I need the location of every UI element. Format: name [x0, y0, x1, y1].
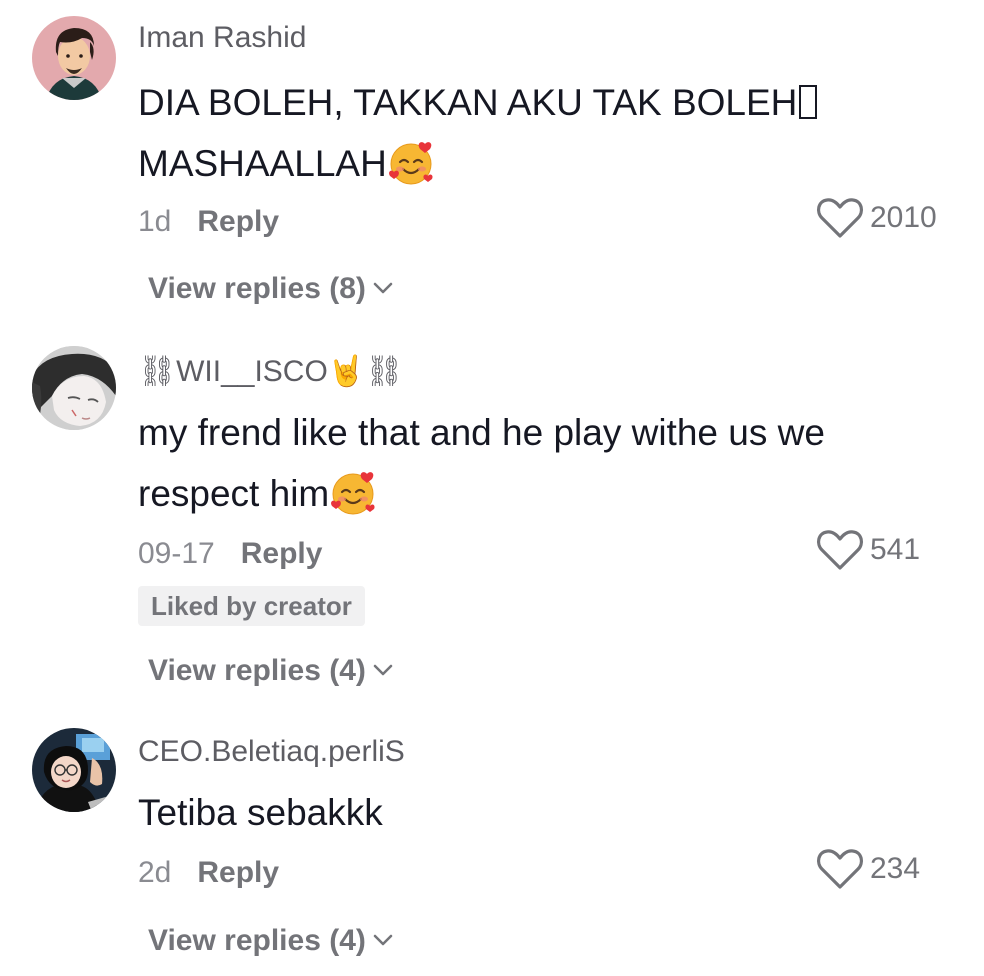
- comment-line-text: MASHAALLAH: [138, 143, 387, 184]
- username-text: WII__ISCO: [176, 355, 328, 388]
- heart-icon: [816, 530, 864, 570]
- chevron-down-icon: [373, 664, 393, 676]
- comment-time: 09-17: [138, 537, 215, 570]
- comment-text: Tetiba sebakkk: [138, 782, 948, 843]
- comment-line-text: Tetiba sebakkk: [138, 792, 383, 833]
- comment-meta: 2d Reply: [138, 855, 279, 891]
- comment-line-text: my frend like that and he play withe us …: [138, 412, 825, 453]
- like-button[interactable]: 541: [816, 528, 920, 572]
- like-button[interactable]: 234: [816, 847, 920, 891]
- rock-hand-icon: 🤘⛓: [327, 355, 404, 388]
- anime-girl-avatar-icon: [32, 346, 116, 430]
- comment-username[interactable]: ⛓WII__ISCO🤘⛓: [138, 354, 403, 390]
- view-replies-button[interactable]: View replies (8): [148, 271, 394, 307]
- username-text: CEO.Beletiaq.perliS: [138, 735, 405, 768]
- like-count: 541: [870, 533, 921, 566]
- comment-line: my frend like that and he play withe us …: [138, 402, 948, 463]
- comment-line-text: DIA BOLEH, TAKKAN AKU TAK BOLEH: [138, 82, 798, 123]
- girl-with-glasses-avatar-icon: [32, 728, 116, 812]
- like-count: 2010: [870, 201, 937, 234]
- comment-line: respect him: [138, 463, 948, 524]
- heart-icon: [816, 849, 864, 889]
- smiling-face-with-hearts-icon: [329, 468, 377, 516]
- view-replies-label: View replies (8): [148, 272, 366, 305]
- comment-time: 2d: [138, 856, 172, 889]
- view-replies-button[interactable]: View replies (4): [148, 653, 394, 689]
- comment-text: DIA BOLEH, TAKKAN AKU TAK BOLEH MASHAALL…: [138, 72, 948, 194]
- reply-button[interactable]: Reply: [241, 537, 323, 570]
- username-text: Iman Rashid: [138, 21, 307, 54]
- missing-glyph-icon: [799, 85, 818, 119]
- avatar[interactable]: [32, 728, 116, 812]
- chain-icon: ⛓: [138, 355, 177, 388]
- comment-meta: 1d Reply: [138, 204, 279, 240]
- cartoon-man-avatar-icon: [32, 16, 116, 100]
- comment-line: Tetiba sebakkk: [138, 782, 948, 843]
- comment-line: MASHAALLAH: [138, 133, 948, 194]
- comment-username[interactable]: Iman Rashid: [138, 20, 306, 56]
- view-replies-label: View replies (4): [148, 654, 366, 687]
- comment-text: my frend like that and he play withe us …: [138, 402, 948, 524]
- smiling-face-with-hearts-icon: [387, 138, 435, 186]
- reply-button[interactable]: Reply: [197, 856, 279, 889]
- chevron-down-icon: [373, 934, 393, 946]
- comment-time: 1d: [138, 205, 172, 238]
- view-replies-label: View replies (4): [148, 924, 366, 957]
- like-button[interactable]: 2010: [816, 196, 937, 240]
- chevron-down-icon: [373, 282, 393, 294]
- view-replies-button[interactable]: View replies (4): [148, 923, 394, 959]
- avatar[interactable]: [32, 16, 116, 100]
- comment-username[interactable]: CEO.Beletiaq.perliS: [138, 734, 405, 770]
- liked-by-creator-badge: Liked by creator: [138, 586, 365, 626]
- comment-line-text: respect him: [138, 473, 330, 514]
- comment-line: DIA BOLEH, TAKKAN AKU TAK BOLEH: [138, 72, 948, 133]
- reply-button[interactable]: Reply: [197, 205, 279, 238]
- heart-icon: [816, 198, 864, 238]
- avatar[interactable]: [32, 346, 116, 430]
- comment-meta: 09-17 Reply: [138, 536, 322, 572]
- like-count: 234: [870, 852, 921, 885]
